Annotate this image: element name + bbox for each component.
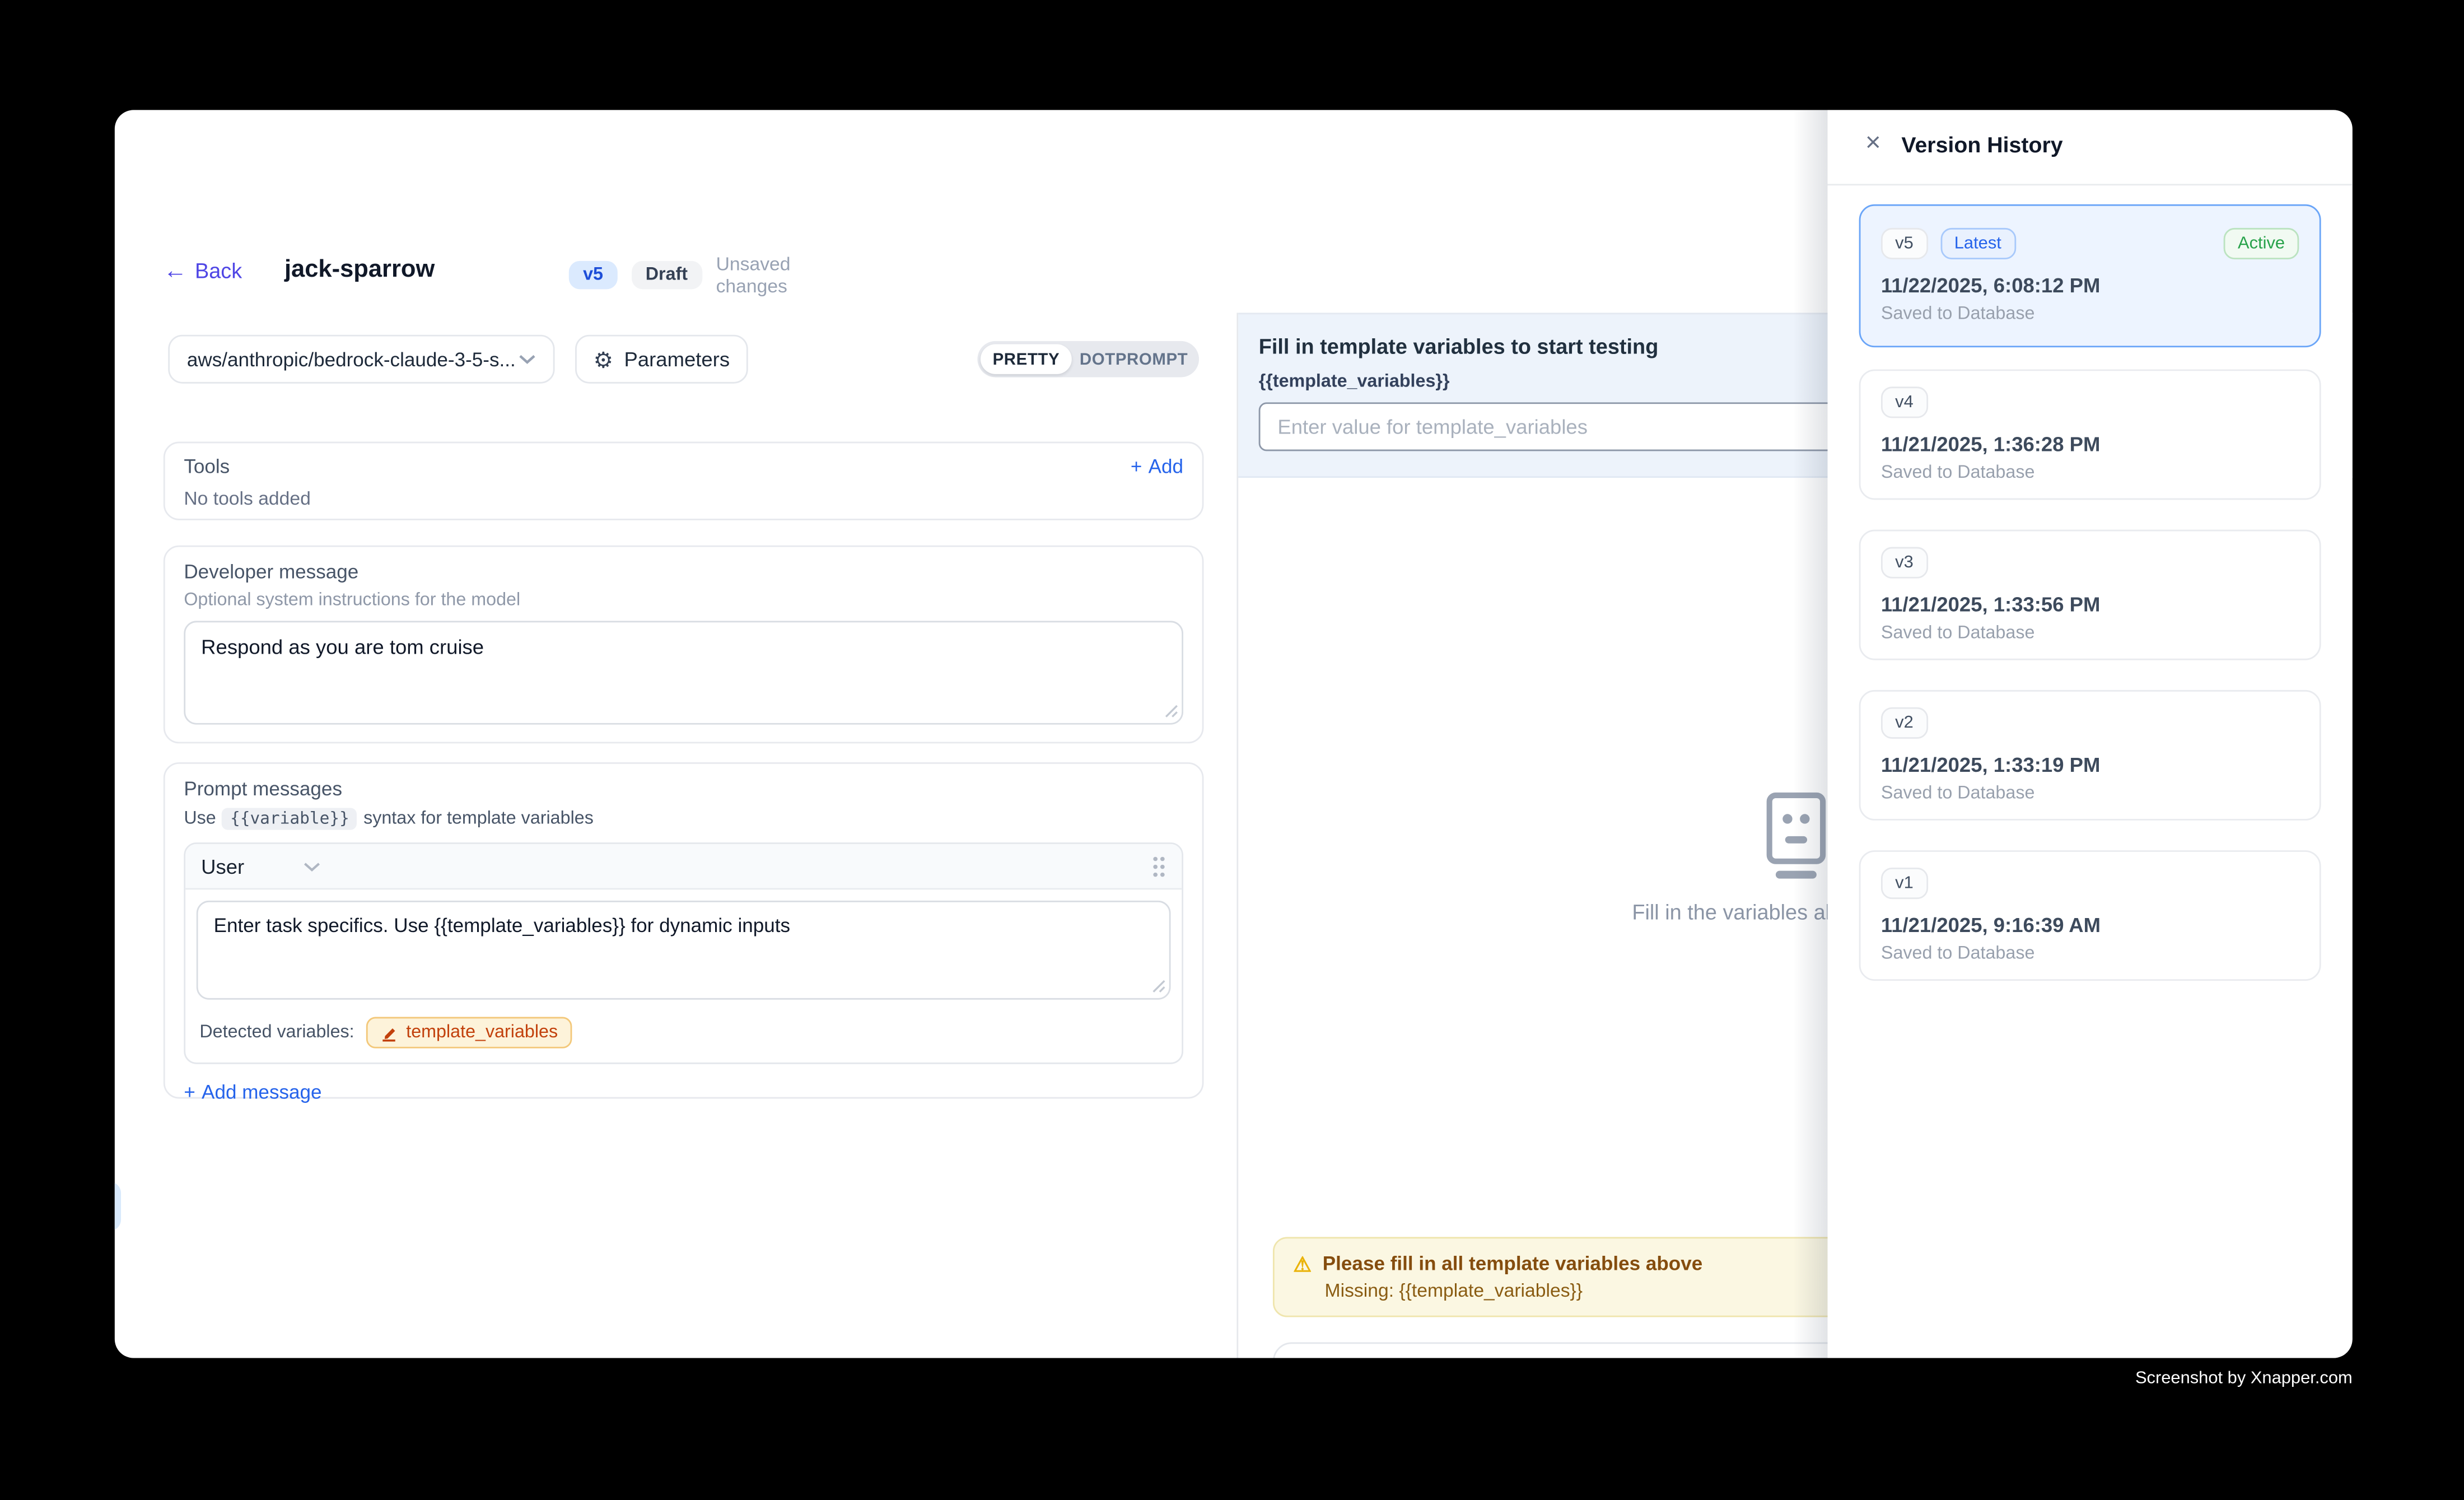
active-badge: Active [2224, 228, 2299, 259]
view-mode-toggle: PRETTY DOTPROMPT [977, 341, 1199, 378]
resize-handle-icon[interactable] [1164, 704, 1178, 718]
page-title: jack-sparrow [284, 256, 435, 285]
prompt-messages-label: Prompt messages [184, 778, 1183, 800]
unsaved-changes-text: Unsaved changes [716, 253, 791, 297]
developer-message-label: Developer message [184, 561, 1183, 583]
back-arrow-icon: ← [164, 259, 187, 282]
add-message-button[interactable]: + Add message [184, 1082, 1183, 1103]
plus-icon: + [184, 1082, 195, 1103]
role-select-value[interactable]: User [201, 854, 244, 878]
version-timestamp: 11/21/2025, 1:33:56 PM [1881, 593, 2299, 616]
developer-message-input[interactable]: Respond as you are tom cruise [184, 621, 1183, 724]
version-label-badge: v1 [1881, 868, 1928, 899]
hint-prefix: Use [184, 809, 216, 828]
version-card-v2[interactable]: v2 11/21/2025, 1:33:19 PM Saved to Datab… [1859, 690, 2321, 821]
detected-variables-label: Detected variables: [199, 1023, 354, 1042]
latest-badge: Latest [1940, 228, 2016, 259]
toggle-pretty[interactable]: PRETTY [981, 344, 1072, 374]
drag-handle-icon[interactable] [1152, 854, 1166, 878]
draft-badge: Draft [631, 261, 702, 290]
gear-icon: ⚙ [594, 348, 613, 370]
warning-icon: ⚠ [1293, 1254, 1312, 1274]
version-list: v5 Latest Active 11/22/2025, 6:08:12 PM … [1859, 204, 2321, 1011]
parameters-button[interactable]: ⚙ Parameters [575, 335, 748, 384]
developer-message-card: Developer message Optional system instru… [164, 546, 1204, 744]
add-tool-label: Add [1149, 456, 1183, 478]
tools-label: Tools [184, 456, 230, 478]
version-history-title: Version History [1901, 132, 2062, 157]
plus-icon: + [1131, 456, 1142, 478]
version-status: Saved to Database [1881, 784, 2299, 803]
warning-title: Please fill in all template variables ab… [1323, 1252, 1702, 1274]
template-variable-chip-label: template_variables [406, 1023, 558, 1042]
toggle-dotprompt[interactable]: DOTPROMPT [1072, 344, 1196, 374]
version-status: Saved to Database [1881, 944, 2299, 963]
message-content-input[interactable]: Enter task specifics. Use {{template_var… [197, 901, 1171, 1000]
version-status: Saved to Database [1881, 305, 2299, 324]
version-card-v5[interactable]: v5 Latest Active 11/22/2025, 6:08:12 PM … [1859, 204, 2321, 347]
prompt-message-block: User Enter task specifics. Use {{templat… [184, 842, 1183, 1064]
message-header: User [185, 844, 1182, 889]
hint-suffix: syntax for template variables [363, 809, 594, 828]
version-timestamp: 11/21/2025, 9:16:39 AM [1881, 913, 2299, 937]
tools-empty-text: No tools added [184, 487, 1183, 509]
version-card-v4[interactable]: v4 11/21/2025, 1:36:28 PM Saved to Datab… [1859, 369, 2321, 500]
version-label-badge: v5 [1881, 228, 1928, 259]
version-status: Saved to Database [1881, 624, 2299, 643]
edge-peek-pill [115, 1182, 121, 1231]
header-badges: v5 Draft Unsaved changes [569, 253, 791, 297]
version-card-v1[interactable]: v1 11/21/2025, 9:16:39 AM Saved to Datab… [1859, 850, 2321, 981]
version-label-badge: v4 [1881, 386, 1928, 418]
version-label-badge: v2 [1881, 707, 1928, 739]
watermark-text: Screenshot by Xnapper.com [2135, 1369, 2353, 1388]
version-timestamp: 11/21/2025, 1:33:19 PM [1881, 753, 2299, 776]
add-message-label: Add message [202, 1082, 321, 1103]
version-history-panel: × Version History v5 Latest Active 11/22… [1828, 110, 2353, 1358]
screenshot-stage: ← Back jack-sparrow v5 Draft Unsaved cha… [0, 0, 2464, 1499]
header: ← Back jack-sparrow v5 Draft Unsaved cha… [164, 251, 435, 289]
version-timestamp: 11/21/2025, 1:36:28 PM [1881, 432, 2299, 456]
version-card-v3[interactable]: v3 11/21/2025, 1:33:56 PM Saved to Datab… [1859, 530, 2321, 660]
close-icon[interactable]: × [1865, 127, 1881, 159]
pencil-icon [381, 1024, 398, 1041]
back-button[interactable]: ← Back [164, 259, 242, 282]
version-timestamp: 11/22/2025, 6:08:12 PM [1881, 273, 2299, 297]
add-tool-button[interactable]: + Add [1131, 456, 1183, 478]
model-selector[interactable]: aws/anthropic/bedrock-claude-3-5-s... [168, 335, 554, 384]
prompt-messages-card: Prompt messages Use {{variable}} syntax … [164, 762, 1204, 1099]
prompt-messages-hint: Use {{variable}} syntax for template var… [184, 808, 1183, 830]
parameters-label: Parameters [624, 347, 730, 371]
template-variable-chip[interactable]: template_variables [367, 1017, 572, 1049]
chevron-down-icon[interactable] [304, 860, 321, 872]
back-label: Back [195, 259, 242, 282]
version-status: Saved to Database [1881, 464, 2299, 483]
version-label-badge: v3 [1881, 547, 1928, 579]
tools-card: Tools + Add No tools added [164, 442, 1204, 520]
app-window: ← Back jack-sparrow v5 Draft Unsaved cha… [115, 110, 2353, 1358]
developer-message-hint: Optional system instructions for the mod… [184, 591, 1183, 610]
resize-handle-icon[interactable] [1152, 979, 1166, 993]
model-selector-value: aws/anthropic/bedrock-claude-3-5-s... [187, 348, 516, 370]
detected-variables-row: Detected variables: template_variables [185, 1010, 1182, 1063]
panel-divider [1828, 184, 2353, 185]
variable-syntax-chip: {{variable}} [222, 808, 357, 830]
version-badge: v5 [569, 261, 617, 290]
chevron-down-icon [519, 353, 536, 365]
